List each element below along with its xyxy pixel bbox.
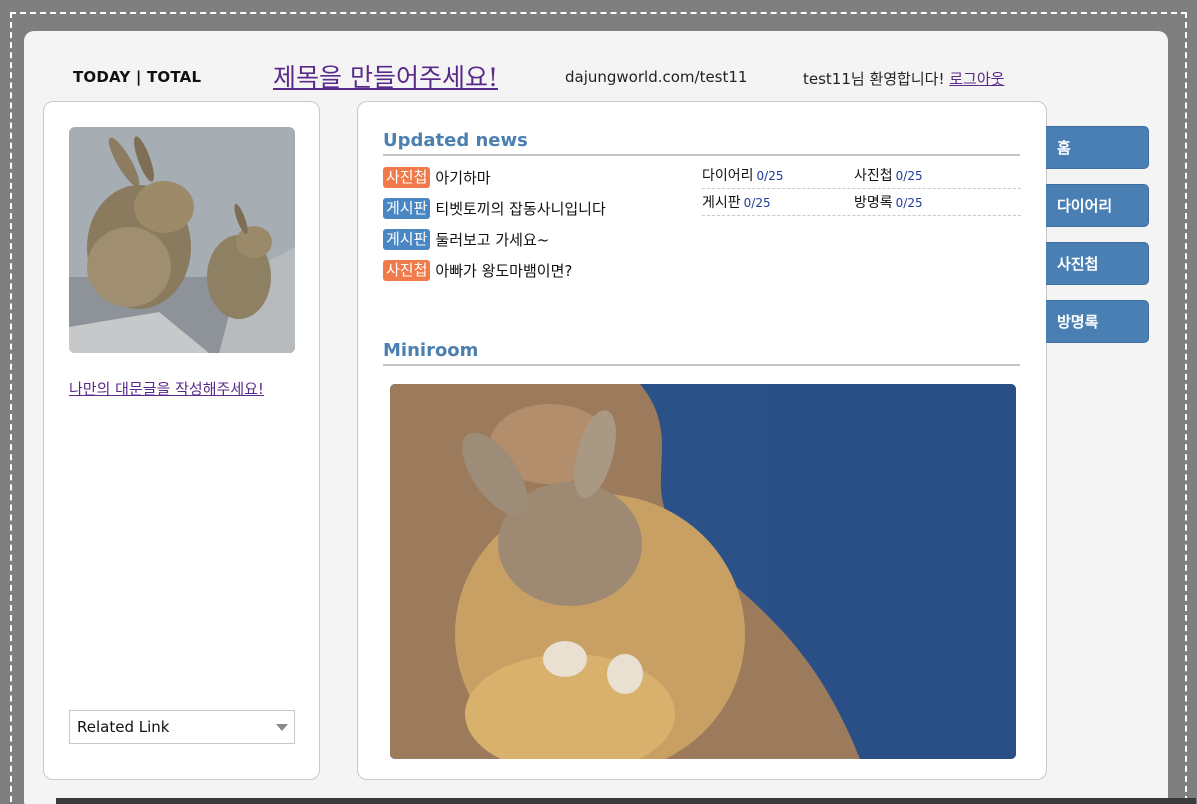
category-badge: 사진첩 — [383, 167, 431, 188]
list-item[interactable]: 게시판 티벳토끼의 잡동사니입니다 — [383, 193, 683, 224]
news-title: 티벳토끼의 잡동사니입니다 — [435, 200, 606, 218]
stat-label: 방명록 — [854, 195, 893, 211]
side-navigation: 홈 다이어리 사진첩 방명록 — [1046, 126, 1149, 358]
updated-news-title: Updated news — [383, 130, 1020, 156]
stat-label: 사진첩 — [854, 168, 893, 184]
miniroom-image — [390, 384, 1016, 759]
news-title: 둘러보고 가세요~ — [435, 231, 550, 249]
stat-count: 0/25 — [756, 169, 784, 183]
nav-tab-home[interactable]: 홈 — [1046, 126, 1149, 169]
miniroom-title: Miniroom — [383, 340, 1020, 366]
category-badge: 게시판 — [383, 198, 431, 219]
post-count-table: 다이어리 0/25 사진첩 0/25 게시판 0/25 방명록 0/25 — [702, 162, 1021, 216]
today-total-counter: TODAY | TOTAL — [73, 68, 202, 86]
stat-diary: 다이어리 0/25 — [702, 165, 854, 185]
table-row: 다이어리 0/25 사진첩 0/25 — [702, 162, 1021, 189]
news-title: 아빠가 왕도마뱀이면? — [435, 262, 573, 280]
intro-message-link[interactable]: 나만의 대문글을 작성해주세요! — [69, 378, 264, 399]
news-list: 사진첩 아기하마 게시판 티벳토끼의 잡동사니입니다 게시판 둘러보고 가세요~… — [383, 162, 683, 286]
logout-link[interactable]: 로그아웃 — [949, 70, 1004, 88]
category-badge: 사진첩 — [383, 260, 431, 281]
main-panel: Updated news 사진첩 아기하마 게시판 티벳토끼의 잡동사니입니다 … — [357, 101, 1047, 780]
list-item[interactable]: 사진첩 아빠가 왕도마뱀이면? — [383, 255, 683, 286]
list-item[interactable]: 사진첩 아기하마 — [383, 162, 683, 193]
table-row: 게시판 0/25 방명록 0/25 — [702, 189, 1021, 216]
bottom-strip — [56, 798, 1196, 804]
related-link-select[interactable]: Related Link — [69, 710, 295, 744]
list-item[interactable]: 게시판 둘러보고 가세요~ — [383, 224, 683, 255]
stat-guestbook: 방명록 0/25 — [854, 192, 1006, 212]
stat-label: 게시판 — [702, 195, 741, 211]
stat-photo: 사진첩 0/25 — [854, 165, 1006, 185]
nav-tab-diary[interactable]: 다이어리 — [1046, 184, 1149, 227]
welcome-text: test11님 환영합니다! — [803, 70, 950, 88]
stat-count: 0/25 — [895, 169, 923, 183]
welcome-message: test11님 환영합니다! 로그아웃 — [803, 68, 1004, 89]
stat-board: 게시판 0/25 — [702, 192, 854, 212]
category-badge: 게시판 — [383, 229, 431, 250]
stat-count: 0/25 — [743, 196, 771, 210]
stat-count: 0/25 — [895, 196, 923, 210]
related-link-value: Related Link — [77, 718, 170, 736]
stat-label: 다이어리 — [702, 168, 754, 184]
nav-tab-guestbook[interactable]: 방명록 — [1046, 300, 1149, 343]
profile-panel: 나만의 대문글을 작성해주세요! Related Link — [43, 101, 320, 780]
page-title[interactable]: 제목을 만들어주세요! — [273, 58, 498, 94]
nav-tab-photo[interactable]: 사진첩 — [1046, 242, 1149, 285]
news-title: 아기하마 — [435, 169, 491, 187]
chevron-down-icon — [276, 724, 288, 731]
site-url: dajungworld.com/test11 — [565, 68, 748, 86]
profile-image — [69, 127, 295, 353]
